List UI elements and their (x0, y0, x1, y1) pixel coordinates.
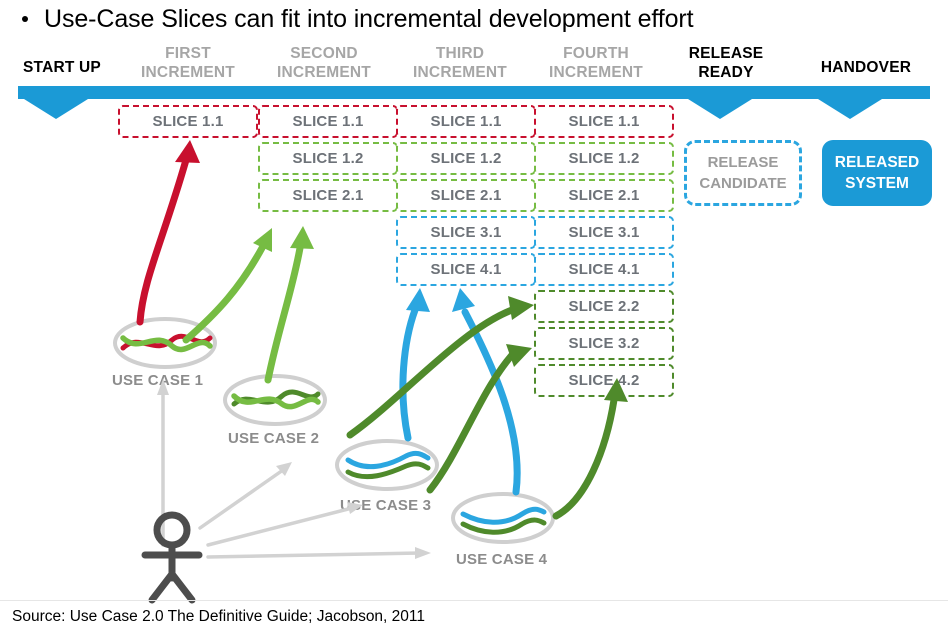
use-case-label-3: USE CASE 3 (340, 497, 432, 514)
phase-label-second-increment: SECOND INCREMENT (277, 45, 371, 81)
slice-box[interactable]: SLICE 1.1 (534, 105, 674, 138)
released-system-line1: RELEASED (834, 154, 920, 171)
page-title: Use-Case Slices can fit into incremental… (44, 4, 694, 33)
arrow-uc4-to-fourth-increment (426, 344, 532, 494)
arrow-uc3-to-third-increment (399, 288, 430, 442)
phase-label-fourth-increment: FOURTH INCREMENT (549, 45, 643, 81)
use-case-oval-3 (335, 439, 439, 491)
slide-title-row: Use-Case Slices can fit into incremental… (14, 2, 938, 36)
slide-canvas: Use-Case Slices can fit into incremental… (0, 0, 948, 636)
footer-divider (0, 600, 948, 601)
slice-box[interactable]: SLICE 4.1 (534, 253, 674, 286)
use-case-oval-2 (223, 374, 327, 426)
slice-box[interactable]: SLICE 2.1 (258, 179, 398, 212)
uc2-strand-darkgreen (231, 389, 321, 407)
slice-box[interactable]: SLICE 4.2 (534, 364, 674, 397)
release-candidate-line2: CANDIDATE (699, 175, 787, 192)
uc4-strand-darkgreen (460, 517, 547, 535)
actor-link-usecase4 (206, 551, 422, 559)
use-case-label-4: USE CASE 4 (456, 551, 548, 568)
released-system-box[interactable]: RELEASED SYSTEM (822, 140, 932, 206)
arrow-uc1-to-second-increment (182, 228, 272, 344)
arrow-uc4-to-third-increment (452, 288, 521, 496)
phase-label-first-increment: FIRST INCREMENT (141, 45, 235, 81)
slice-box[interactable]: SLICE 3.2 (534, 327, 674, 360)
arrow-uc3-to-fourth-increment (346, 296, 534, 439)
actor-link-usecase3 (206, 506, 354, 547)
actor-link-arrowheads (157, 379, 431, 559)
timeline-marker-handover (818, 99, 882, 119)
uc3-strand-blue (345, 450, 431, 470)
actor-link-usecase2 (198, 468, 285, 530)
released-system-line2: SYSTEM (845, 175, 909, 192)
slice-box[interactable]: SLICE 1.2 (534, 142, 674, 175)
phase-label-start-up: START UP (23, 59, 101, 76)
slice-box[interactable]: SLICE 1.2 (396, 142, 536, 175)
uc2-strand-green (231, 393, 321, 410)
timeline-bar (18, 86, 930, 99)
slice-box[interactable]: SLICE 1.1 (396, 105, 536, 138)
arrow-uc1-to-first-increment (136, 140, 200, 326)
actor-stick-figure (141, 511, 203, 604)
slice-box[interactable]: SLICE 1.1 (118, 105, 258, 138)
uc3-strand-darkgreen (345, 461, 431, 480)
phase-label-release-ready: RELEASE READY (688, 45, 764, 81)
source-note: Source: Use Case 2.0 The Definitive Guid… (12, 608, 425, 625)
phase-label-third-increment: THIRD INCREMENT (413, 45, 507, 81)
use-case-label-1: USE CASE 1 (112, 372, 204, 389)
slice-box[interactable]: SLICE 2.1 (534, 179, 674, 212)
use-case-label-2: USE CASE 2 (228, 430, 320, 447)
uc1-strand-green (120, 335, 213, 353)
slice-box[interactable]: SLICE 3.1 (534, 216, 674, 249)
timeline-marker-release-ready (688, 99, 752, 119)
slice-box[interactable]: SLICE 4.1 (396, 253, 536, 286)
phase-label-handover: HANDOVER (820, 59, 912, 76)
slice-box[interactable]: SLICE 3.1 (396, 216, 536, 249)
slice-box[interactable]: SLICE 1.2 (258, 142, 398, 175)
slice-column-fourth-increment: SLICE 1.1 SLICE 1.2 SLICE 2.1 SLICE 3.1 … (534, 105, 674, 401)
uc1-strand-red (120, 333, 213, 351)
slice-box[interactable]: SLICE 1.1 (258, 105, 398, 138)
slice-column-first-increment: SLICE 1.1 (118, 105, 258, 142)
use-case-oval-4 (451, 492, 555, 544)
release-candidate-box[interactable]: RELEASE CANDIDATE (684, 140, 802, 206)
use-case-oval-1 (113, 317, 217, 369)
uc4-strand-blue (460, 506, 547, 525)
release-candidate-line1: RELEASE (707, 154, 779, 171)
slice-box[interactable]: SLICE 2.1 (396, 179, 536, 212)
bullet-icon (22, 16, 28, 22)
slice-box[interactable]: SLICE 2.2 (534, 290, 674, 323)
arrow-uc2-to-second-increment (264, 226, 314, 384)
slice-column-third-increment: SLICE 1.1 SLICE 1.2 SLICE 2.1 SLICE 3.1 … (396, 105, 536, 290)
slice-column-second-increment: SLICE 1.1 SLICE 1.2 SLICE 2.1 (258, 105, 398, 216)
timeline-marker-start-up (24, 99, 88, 119)
